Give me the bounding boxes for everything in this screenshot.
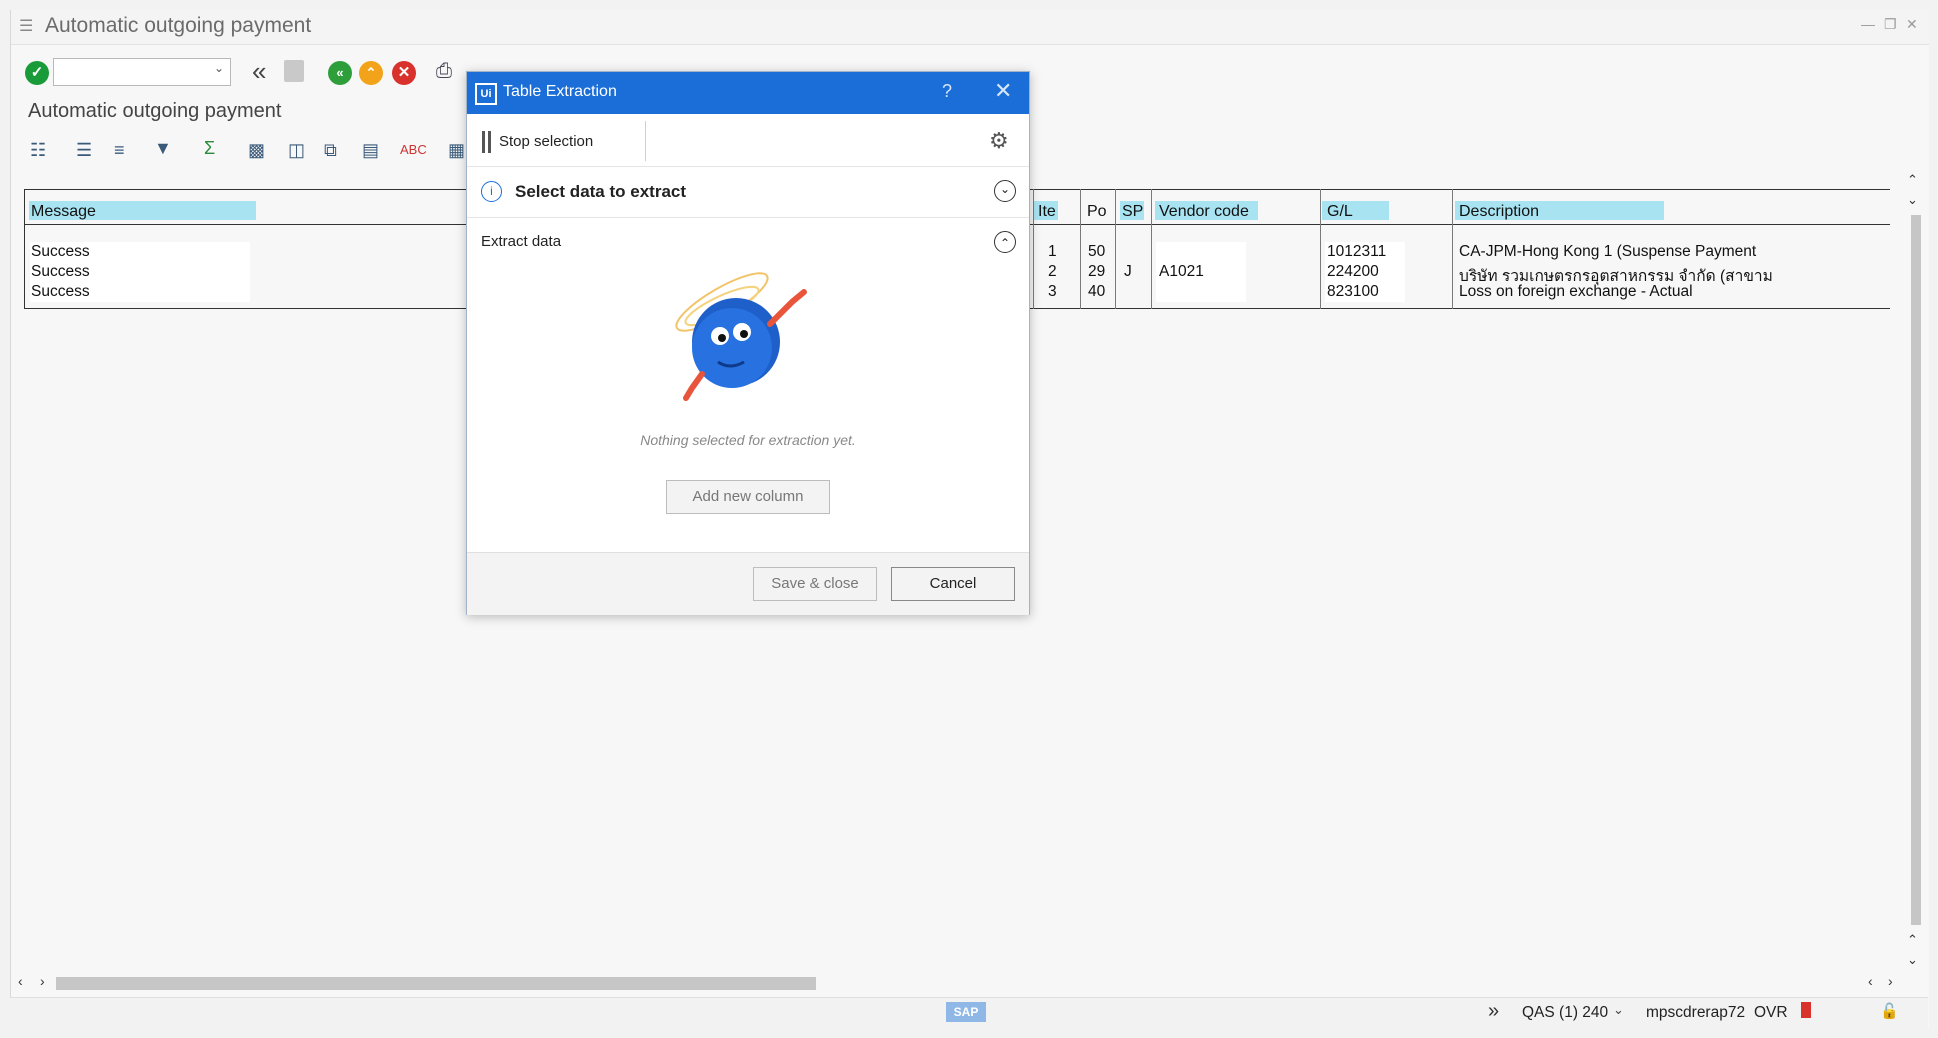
- details-icon[interactable]: ☷: [30, 140, 46, 161]
- pause-icon[interactable]: [488, 131, 491, 153]
- close-icon[interactable]: ✕: [994, 78, 1012, 104]
- table-cell-item[interactable]: 2: [1048, 263, 1057, 281]
- column-header-description[interactable]: Description: [1459, 203, 1539, 221]
- table-cell-gl[interactable]: 823100: [1327, 283, 1379, 301]
- dialog-header: Ui Table Extraction ? ✕: [467, 72, 1029, 114]
- table-extraction-dialog: Ui Table Extraction ? ✕ Stop selection ⚙…: [466, 71, 1030, 615]
- cancel-icon[interactable]: ✕: [392, 61, 416, 85]
- dialog-title: Table Extraction: [503, 83, 617, 100]
- scroll-right-icon[interactable]: ›: [1888, 973, 1893, 989]
- table-cell-message[interactable]: Success: [31, 283, 90, 301]
- table-cell-gl[interactable]: 1012311: [1327, 243, 1386, 261]
- scroll-down-icon[interactable]: ⌄: [1907, 952, 1918, 968]
- table-cell-gl[interactable]: 224200: [1327, 263, 1379, 281]
- save-icon[interactable]: [284, 60, 304, 82]
- sort-ascending-icon[interactable]: ☰: [76, 140, 92, 161]
- cancel-button[interactable]: Cancel: [891, 567, 1015, 601]
- uipath-logo: Ui: [475, 83, 497, 105]
- vertical-scrollbar[interactable]: [1911, 215, 1921, 925]
- menu-icon[interactable]: ☰: [19, 16, 33, 36]
- pause-icon[interactable]: [482, 131, 485, 153]
- scroll-down-icon[interactable]: ⌄: [1907, 192, 1918, 208]
- window-title: Automatic outgoing payment: [45, 14, 312, 37]
- settings-gear-icon[interactable]: ⚙: [989, 128, 1009, 154]
- sap-logo: SAP: [946, 1002, 986, 1022]
- back-icon[interactable]: «: [328, 61, 352, 85]
- sort-descending-icon[interactable]: ≡: [114, 140, 125, 161]
- table-cell-description[interactable]: Loss on foreign exchange - Actual: [1459, 283, 1693, 301]
- help-button[interactable]: ?: [942, 81, 952, 102]
- lock-icon[interactable]: 🔓: [1880, 1002, 1899, 1020]
- info-icon: i: [481, 181, 502, 202]
- add-new-column-button[interactable]: Add new column: [666, 480, 830, 514]
- enter-check-icon[interactable]: ✓: [25, 61, 49, 85]
- column-header-po[interactable]: Po: [1087, 203, 1107, 221]
- column-header-gl[interactable]: G/L: [1327, 203, 1353, 221]
- table-cell-message[interactable]: Success: [31, 243, 90, 261]
- column-divider: [1115, 189, 1116, 309]
- scroll-up-icon[interactable]: ⌃: [1907, 932, 1918, 948]
- scroll-right-icon[interactable]: ›: [40, 973, 45, 989]
- minimize-icon[interactable]: —: [1861, 16, 1875, 32]
- scroll-left-icon[interactable]: ‹: [1868, 973, 1873, 989]
- chevron-up-icon[interactable]: ⌃: [994, 231, 1016, 253]
- scroll-left-icon[interactable]: ‹: [18, 973, 23, 989]
- table-cell-po[interactable]: 29: [1088, 263, 1105, 281]
- save-close-button[interactable]: Save & close: [753, 567, 877, 601]
- sum-icon[interactable]: Σ: [204, 138, 215, 159]
- select-section-title: Select data to extract: [515, 182, 687, 201]
- close-window-icon[interactable]: ✕: [1906, 16, 1918, 33]
- column-divider: [1033, 189, 1034, 309]
- chevron-down-icon[interactable]: ⌄: [994, 180, 1016, 202]
- restore-icon[interactable]: ❐: [1884, 16, 1897, 33]
- column-divider: [1452, 189, 1453, 309]
- toolbar-separator: [645, 121, 646, 161]
- column-divider: [1320, 189, 1321, 309]
- export-icon[interactable]: ⧉: [324, 140, 337, 161]
- horizontal-scrollbar[interactable]: [56, 977, 816, 990]
- chevron-down-icon[interactable]: ⌄: [214, 61, 224, 75]
- stop-selection-button[interactable]: Stop selection: [499, 133, 593, 150]
- column-header-item[interactable]: Ite: [1038, 203, 1056, 221]
- command-field[interactable]: ⌄: [53, 58, 231, 86]
- table-cell-sp[interactable]: J: [1124, 263, 1132, 281]
- column-divider: [1151, 189, 1152, 309]
- table-cell-po[interactable]: 40: [1088, 283, 1105, 301]
- input-mode[interactable]: OVR: [1754, 1004, 1788, 1022]
- column-header-vendor[interactable]: Vendor code: [1159, 203, 1249, 221]
- grid-icon[interactable]: ▦: [448, 140, 465, 161]
- server-info: mpscdrerap72: [1646, 1004, 1746, 1021]
- screen-title: Automatic outgoing payment: [28, 100, 282, 122]
- print-preview-icon[interactable]: ◫: [288, 140, 305, 161]
- flag-icon: [1801, 1002, 1811, 1018]
- empty-state-message: Nothing selected for extraction yet.: [640, 432, 856, 448]
- expand-status-icon[interactable]: »: [1488, 1000, 1499, 1023]
- collapse-command-icon[interactable]: «: [252, 56, 266, 87]
- table-cell-item[interactable]: 3: [1048, 283, 1057, 301]
- title-bar: ☰ Automatic outgoing payment — ❐ ✕: [11, 10, 1929, 45]
- chevron-down-icon[interactable]: ⌄: [1613, 1002, 1624, 1018]
- robot-illustration: [675, 272, 807, 401]
- print-icon[interactable]: ⎙: [436, 60, 452, 83]
- system-info[interactable]: QAS (1) 240: [1522, 1004, 1608, 1022]
- table-cell-description[interactable]: CA-JPM-Hong Kong 1 (Suspense Payment: [1459, 243, 1756, 261]
- filter-icon[interactable]: ▼: [154, 138, 172, 159]
- abc-icon[interactable]: ABC: [400, 142, 427, 157]
- table-cell-vendor[interactable]: A1021: [1159, 263, 1204, 281]
- extract-section-title: Extract data: [481, 233, 562, 250]
- table-cell-item[interactable]: 1: [1048, 243, 1057, 261]
- scroll-up-icon[interactable]: ⌃: [1907, 172, 1918, 188]
- exit-icon[interactable]: ⌃: [359, 61, 383, 85]
- subtotal-icon[interactable]: ▩: [248, 140, 265, 161]
- column-header-message[interactable]: Message: [31, 203, 96, 221]
- column-header-sp[interactable]: SP: [1122, 203, 1143, 221]
- table-cell-po[interactable]: 50: [1088, 243, 1105, 261]
- layout-icon[interactable]: ▤: [362, 140, 379, 161]
- column-divider: [1080, 189, 1081, 309]
- table-cell-message[interactable]: Success: [31, 263, 90, 281]
